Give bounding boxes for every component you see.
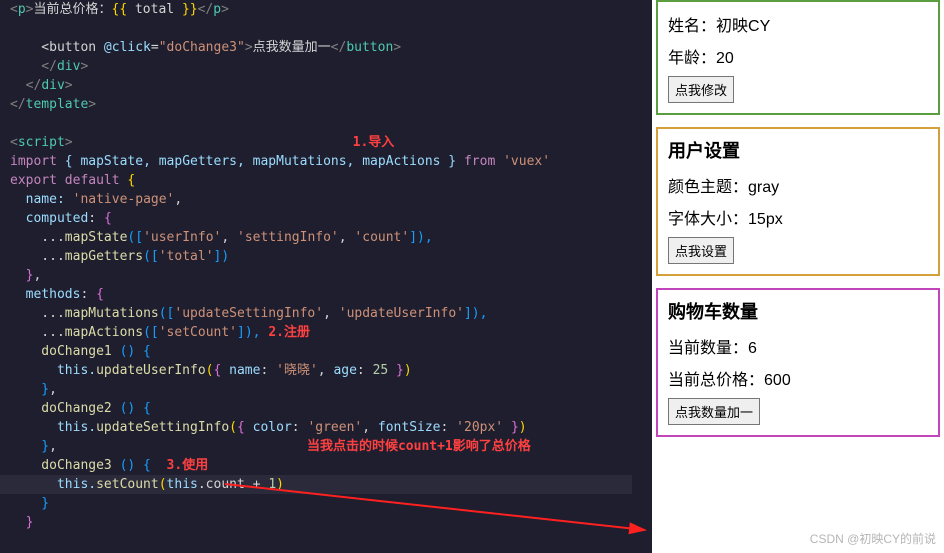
- code-line: },: [10, 266, 642, 285]
- annotation-register: 2.注册: [268, 325, 310, 340]
- code-line: }: [10, 513, 642, 532]
- code-line: },当我点击的时候count+1影响了总价格: [10, 437, 642, 456]
- code-line: doChange3 () { 3.使用: [10, 456, 642, 475]
- settings-button[interactable]: 点我设置: [668, 237, 734, 264]
- code-line: </template>: [10, 95, 642, 114]
- code-line: <p>当前总价格：{{ total }}</p>: [10, 0, 642, 19]
- code-line: export default {: [10, 171, 642, 190]
- code-line: [10, 114, 642, 133]
- code-line: computed: {: [10, 209, 642, 228]
- theme-row: 颜色主题：gray: [668, 173, 928, 197]
- watermark: CSDN @初映CY的前说: [810, 530, 936, 547]
- preview-pane: 姓名：初映CY 年龄：20 点我修改 用户设置 颜色主题：gray 字体大小：1…: [652, 0, 944, 553]
- code-line: [10, 19, 642, 38]
- modify-button[interactable]: 点我修改: [668, 76, 734, 103]
- code-line: },: [10, 380, 642, 399]
- annotation-import: 1.导入: [353, 135, 395, 150]
- user-settings-panel: 用户设置 颜色主题：gray 字体大小：15px 点我设置: [656, 127, 940, 276]
- code-line: ...mapGetters(['total']): [10, 247, 642, 266]
- code-line: <script>1.导入: [10, 133, 642, 152]
- code-line: doChange2 () {: [10, 399, 642, 418]
- panel-title: 用户设置: [668, 137, 928, 163]
- panel-title: 购物车数量: [668, 298, 928, 324]
- font-row: 字体大小：15px: [668, 205, 928, 229]
- code-line: this.updateUserInfo({ name: '晓晓', age: 2…: [10, 361, 642, 380]
- code-line: doChange1 () {: [10, 342, 642, 361]
- increment-qty-button[interactable]: 点我数量加一: [668, 398, 760, 425]
- code-line: methods: {: [10, 285, 642, 304]
- code-line-highlighted[interactable]: this.setCount(this.count + 1): [0, 475, 632, 494]
- annotation-count-comment: 当我点击的时候count+1影响了总价格: [307, 439, 531, 454]
- code-line: import { mapState, mapGetters, mapMutati…: [10, 152, 642, 171]
- code-line: </div>: [10, 57, 642, 76]
- code-editor-pane: <p>当前总价格：{{ total }}</p> <button @click=…: [0, 0, 652, 553]
- annotation-use: 3.使用: [167, 458, 209, 473]
- age-row: 年龄：20: [668, 44, 928, 68]
- code-line: name: 'native-page',: [10, 190, 642, 209]
- code-line: <button @click="doChange3">点我数量加一</butto…: [10, 38, 642, 57]
- code-line: ...mapState(['userInfo', 'settingInfo', …: [10, 228, 642, 247]
- name-row: 姓名：初映CY: [668, 12, 928, 36]
- user-info-panel: 姓名：初映CY 年龄：20 点我修改: [656, 0, 940, 115]
- code-line: ...mapMutations(['updateSettingInfo', 'u…: [10, 304, 642, 323]
- qty-row: 当前数量：6: [668, 334, 928, 358]
- total-row: 当前总价格：600: [668, 366, 928, 390]
- cart-panel: 购物车数量 当前数量：6 当前总价格：600 点我数量加一: [656, 288, 940, 437]
- code-line: }: [10, 494, 642, 513]
- code-line: </div>: [10, 76, 642, 95]
- code-line: ...mapActions(['setCount']), 2.注册: [10, 323, 642, 342]
- code-line: this.updateSettingInfo({ color: 'green',…: [10, 418, 642, 437]
